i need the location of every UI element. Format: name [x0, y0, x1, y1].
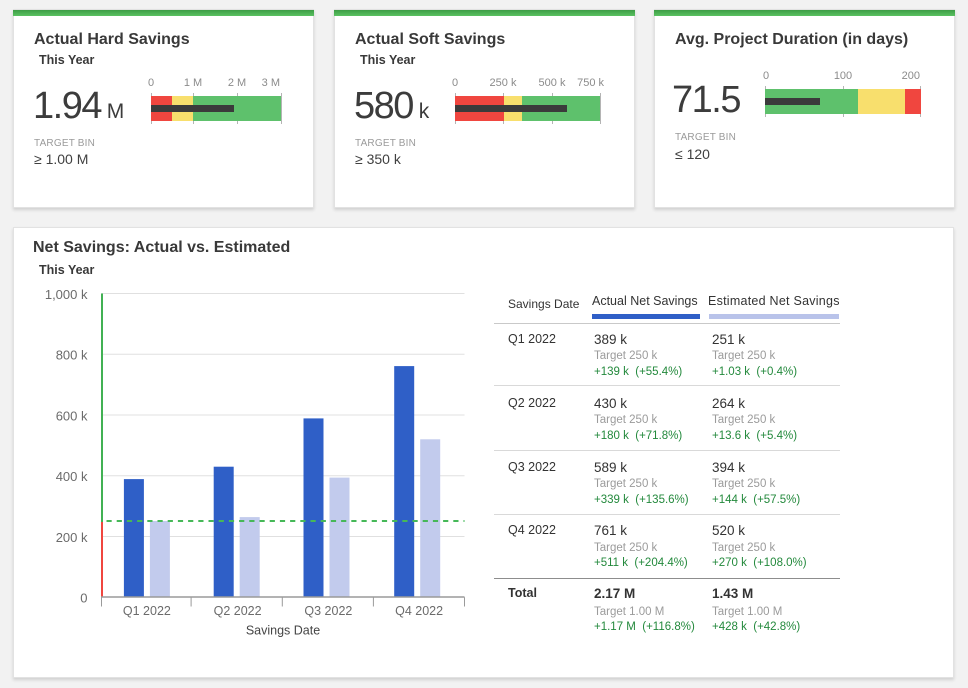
svg-text:Q4 2022: Q4 2022 [395, 604, 443, 618]
svg-text:400 k: 400 k [56, 469, 88, 484]
svg-text:200 k: 200 k [56, 530, 88, 545]
svg-text:Q3 2022: Q3 2022 [304, 604, 352, 618]
svg-text:Q2 2022: Q2 2022 [214, 604, 262, 618]
svg-text:600 k: 600 k [56, 408, 88, 423]
svg-text:0: 0 [80, 591, 87, 606]
svg-text:1,000 k: 1,000 k [45, 287, 88, 302]
svg-text:Savings Date: Savings Date [246, 624, 320, 638]
svg-text:Q1 2022: Q1 2022 [123, 604, 171, 618]
svg-text:800 k: 800 k [56, 348, 88, 363]
